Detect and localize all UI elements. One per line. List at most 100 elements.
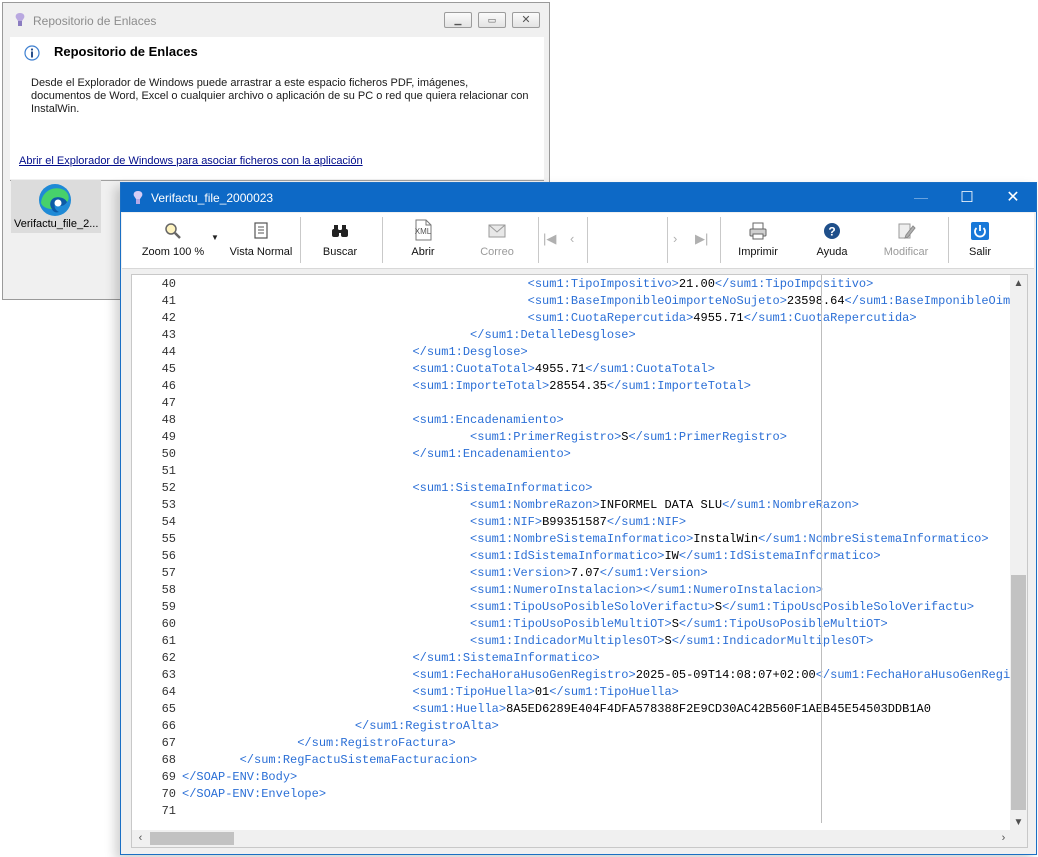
line-number: 44	[161, 345, 176, 359]
scroll-up-icon[interactable]: ▲	[1010, 275, 1027, 292]
help-label: Ayuda	[816, 246, 848, 258]
line-number: 42	[161, 311, 176, 325]
maximize-button[interactable]: ▭	[478, 12, 506, 28]
xml-tag: </sum1:Version>	[599, 566, 708, 580]
help-button[interactable]: ? Ayuda	[802, 213, 862, 268]
power-icon	[971, 222, 989, 240]
xml-code-editor[interactable]: 40 <sum1:TipoImpositivo>21.00</sum1:Tipo…	[131, 274, 1028, 848]
open-explorer-link[interactable]: Abrir el Explorador de Windows para asoc…	[19, 155, 363, 167]
line-content: <sum1:TipoUsoPosibleSoloVerifactu>S</sum…	[182, 599, 974, 616]
code-line: 67 </sum:RegistroFactura>	[132, 735, 1012, 752]
print-label: Imprimir	[738, 246, 778, 258]
first-page-icon[interactable]: |◀	[543, 231, 556, 247]
line-number: 41	[161, 294, 176, 308]
exit-button[interactable]: Salir	[954, 213, 1006, 268]
last-page-icon[interactable]: ▶|	[695, 231, 708, 247]
horizontal-scroll-thumb[interactable]	[150, 832, 234, 845]
help-icon: ?	[824, 223, 840, 239]
minimize-button[interactable]: ▁	[444, 12, 472, 28]
line-number: 55	[161, 532, 176, 546]
line-content: </SOAP-ENV:Body>	[182, 769, 297, 786]
code-line: 55 <sum1:NombreSistemaInformatico>Instal…	[132, 531, 1012, 548]
minimize-button[interactable]: —	[898, 183, 944, 212]
line-content: </sum:RegFactuSistemaFacturacion>	[182, 752, 478, 769]
open-button[interactable]: XML Abrir	[390, 213, 456, 268]
vertical-scrollbar[interactable]: ▲ ▼	[1010, 275, 1027, 831]
zoom-label: Zoom 100 %	[141, 246, 205, 258]
line-content: <sum1:NumeroInstalacion></sum1:NumeroIns…	[182, 582, 823, 599]
line-content: <sum1:NombreSistemaInformatico>InstalWin…	[182, 531, 989, 548]
toolbar-separator	[720, 217, 721, 263]
xml-value: 7.07	[570, 566, 600, 580]
scroll-left-icon[interactable]: ‹	[132, 830, 149, 847]
line-content: </SOAP-ENV:Envelope>	[182, 786, 326, 803]
xml-value: S	[671, 617, 679, 631]
line-content: </sum1:Desglose>	[182, 344, 527, 361]
line-number: 57	[161, 566, 176, 580]
xml-tag: </sum1:NombreRazon>	[722, 498, 859, 512]
envelope-icon	[488, 224, 506, 238]
xml-tag: <sum1:FechaHoraHusoGenRegistro>	[412, 668, 636, 682]
line-number: 70	[161, 787, 176, 801]
xml-value: 23598.64	[786, 294, 845, 308]
email-button[interactable]: Correo	[464, 213, 530, 268]
horizontal-scrollbar[interactable]: ‹ ›	[132, 830, 1012, 847]
line-number: 68	[161, 753, 176, 767]
line-number: 40	[161, 277, 176, 291]
viewer-title-bar[interactable]: Verifactu_file_2000023 — ☐ ✕	[121, 183, 1036, 212]
close-button[interactable]: ✕	[990, 183, 1036, 212]
chevron-down-icon[interactable]: ▼	[211, 233, 219, 242]
line-number: 64	[161, 685, 176, 699]
xml-tag: </sum1:ImporteTotal>	[606, 379, 751, 393]
previous-page-icon[interactable]: ‹	[570, 231, 574, 246]
next-page-icon[interactable]: ›	[673, 231, 677, 246]
line-content: <sum1:SistemaInformatico>	[182, 480, 592, 497]
xml-tag: </sum1:CuotaRepercutida>	[743, 311, 917, 325]
xml-tag: <sum1:TipoUsoPosibleSoloVerifactu>	[470, 600, 715, 614]
line-number: 50	[161, 447, 176, 461]
code-line: 57 <sum1:Version>7.07</sum1:Version>	[132, 565, 1012, 582]
vertical-scroll-thumb[interactable]	[1011, 575, 1026, 810]
repository-title-bar[interactable]: Repositorio de Enlaces ▁ ▭ ✕	[3, 3, 549, 37]
scroll-down-icon[interactable]: ▼	[1010, 814, 1027, 831]
toolbar: Zoom 100 % ▼ Vista Normal Buscar XML Abr…	[122, 213, 1034, 269]
xml-value: B99351587	[542, 515, 607, 529]
code-line: 44 </sum1:Desglose>	[132, 344, 1012, 361]
xml-tag: </sum:RegistroFactura>	[297, 736, 456, 750]
xml-tag: </sum1:BaseImponibleOimporteNoSujeto>	[844, 294, 1012, 308]
view-mode-button[interactable]: Vista Normal	[226, 213, 296, 268]
line-content: <sum1:NombreRazon>INFORMEL DATA SLU</sum…	[182, 497, 859, 514]
zoom-button[interactable]: Zoom 100 %	[132, 213, 214, 268]
xml-tag: </sum1:TipoUsoPosibleSoloVerifactu>	[722, 600, 975, 614]
file-tile[interactable]: Verifactu_file_2...	[11, 180, 101, 233]
code-line: 45 <sum1:CuotaTotal>4955.71</sum1:CuotaT…	[132, 361, 1012, 378]
toolbar-separator	[300, 217, 301, 263]
close-button[interactable]: ✕	[512, 12, 540, 28]
line-number: 59	[161, 600, 176, 614]
info-icon	[24, 45, 40, 61]
line-number: 53	[161, 498, 176, 512]
code-line: 52 <sum1:SistemaInformatico>	[132, 480, 1012, 497]
toolbar-separator	[538, 217, 539, 263]
email-label: Correo	[480, 246, 514, 258]
print-button[interactable]: Imprimir	[726, 213, 790, 268]
line-content: </sum1:RegistroAlta>	[182, 718, 499, 735]
search-button[interactable]: Buscar	[308, 213, 372, 268]
xml-tag: <sum1:NombreSistemaInformatico>	[470, 532, 694, 546]
code-line: 70 </SOAP-ENV:Envelope>	[132, 786, 1012, 803]
maximize-button[interactable]: ☐	[944, 183, 990, 212]
line-number: 67	[161, 736, 176, 750]
xml-tag: <sum1:PrimerRegistro>	[470, 430, 622, 444]
xml-value: InstalWin	[693, 532, 759, 546]
line-number: 56	[161, 549, 176, 563]
xml-tag: <sum1:CuotaTotal>	[412, 362, 535, 376]
code-line: 60 <sum1:TipoUsoPosibleMultiOT>S</sum1:T…	[132, 616, 1012, 633]
line-number: 49	[161, 430, 176, 444]
xml-value: 4955.71	[693, 311, 744, 325]
toolbar-separator	[587, 217, 588, 263]
modify-button[interactable]: Modificar	[874, 213, 938, 268]
code-line: 58 <sum1:NumeroInstalacion></sum1:Numero…	[132, 582, 1012, 599]
line-number: 65	[161, 702, 176, 716]
repository-drop-area[interactable]: Repositorio de Enlaces Desde el Explorad…	[10, 37, 544, 179]
code-line: 49 <sum1:PrimerRegistro>S</sum1:PrimerRe…	[132, 429, 1012, 446]
